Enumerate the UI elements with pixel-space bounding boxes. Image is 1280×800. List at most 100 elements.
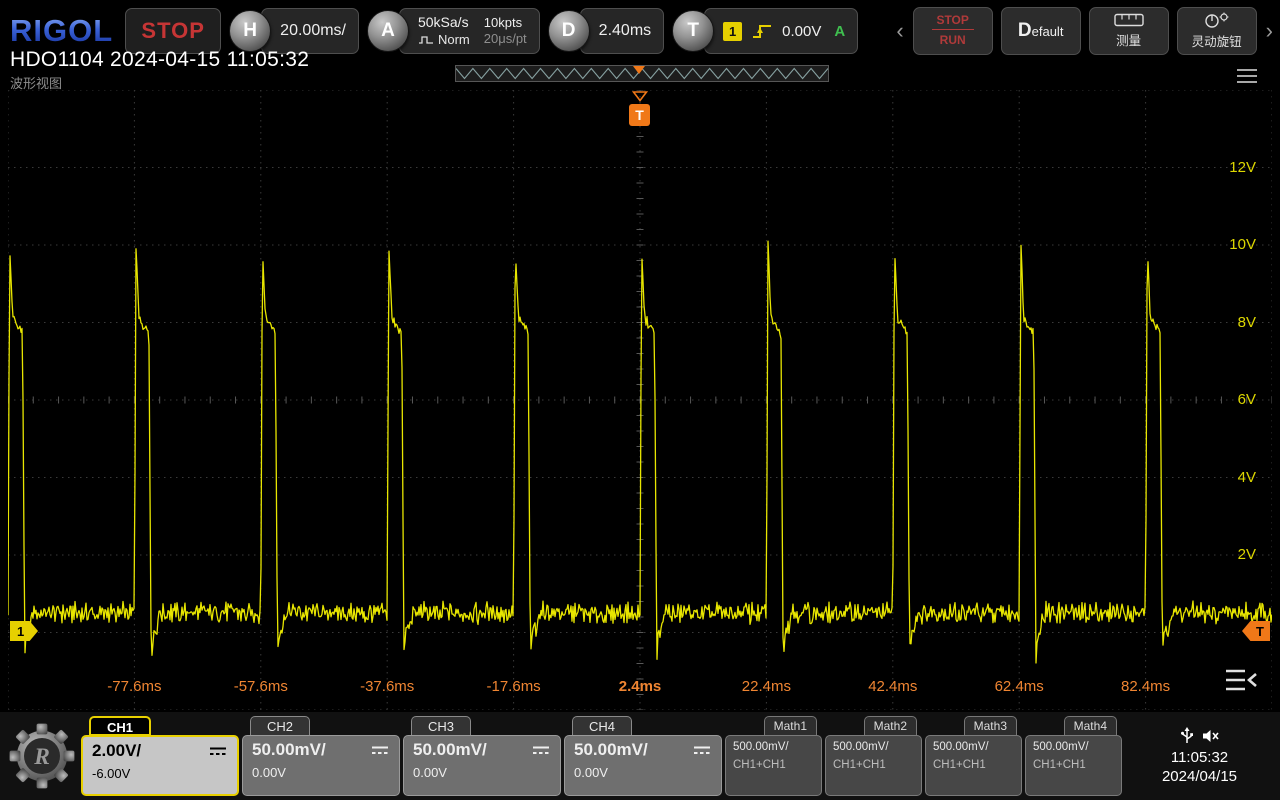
math-panel-4[interactable]: Math4 500.00mV/ CH1+CH1 bbox=[1025, 716, 1122, 796]
ch3-scale: 50.00mV/ bbox=[413, 739, 487, 761]
x-axis-label: -37.6ms bbox=[360, 678, 414, 695]
math3-expression: CH1+CH1 bbox=[933, 759, 1014, 771]
clock-date: 2024/04/15 bbox=[1162, 768, 1237, 785]
ch2-offset: 0.00V bbox=[252, 765, 390, 780]
measure-label: 测量 bbox=[1116, 30, 1141, 49]
x-axis-label: 82.4ms bbox=[1121, 678, 1170, 695]
y-axis-label: 4V bbox=[1238, 469, 1256, 486]
sample-rate: 50kSa/s bbox=[418, 15, 470, 30]
y-axis-label: 8V bbox=[1238, 314, 1256, 331]
trigger-position-marker[interactable]: T bbox=[629, 91, 650, 126]
trigger-knob[interactable]: T bbox=[672, 10, 714, 52]
x-axis-label: -17.6ms bbox=[487, 678, 541, 695]
stop-label: STOP bbox=[932, 14, 974, 30]
trigger-group: T 1 0.00V A bbox=[672, 8, 858, 54]
trigger-level: 0.00V bbox=[782, 23, 821, 40]
default-button[interactable]: Default bbox=[1001, 7, 1081, 55]
waveform-display-area[interactable]: 2V4V6V8V10V12V -77.6ms-57.6ms-37.6ms-17.… bbox=[8, 90, 1272, 710]
ch1-trace bbox=[8, 241, 1272, 663]
math3-scale: 500.00mV/ bbox=[933, 741, 1014, 753]
waveform-view-tab-label[interactable]: 波形视图 bbox=[10, 73, 62, 92]
time-per-point: 20μs/pt bbox=[484, 32, 527, 46]
ch3-offset: 0.00V bbox=[413, 765, 551, 780]
math1-tab[interactable]: Math1 bbox=[764, 716, 817, 736]
scroll-left-chevron[interactable]: ‹ bbox=[895, 20, 904, 42]
math2-expression: CH1+CH1 bbox=[833, 759, 914, 771]
channel-tab-ch4[interactable]: CH4 bbox=[572, 716, 632, 736]
channel-panel-ch4[interactable]: CH4 50.00mV/ 0.00V bbox=[564, 716, 722, 796]
math-panel-2[interactable]: Math2 500.00mV/ CH1+CH1 bbox=[825, 716, 922, 796]
quick-knob-label: 灵动旋钮 bbox=[1192, 31, 1242, 50]
math3-tab[interactable]: Math3 bbox=[964, 716, 1017, 736]
ch4-scale: 50.00mV/ bbox=[574, 739, 648, 761]
rigol-logo: RIGOL bbox=[6, 13, 117, 49]
x-axis-label: 42.4ms bbox=[868, 678, 917, 695]
channel-tab-ch2[interactable]: CH2 bbox=[250, 716, 310, 736]
ch1-offset: -6.00V bbox=[92, 766, 228, 781]
channel-panel-ch1[interactable]: CH1 2.00V/ -6.00V bbox=[81, 716, 239, 796]
x-axis-label: 62.4ms bbox=[995, 678, 1044, 695]
math1-expression: CH1+CH1 bbox=[733, 759, 814, 771]
y-axis-label: 10V bbox=[1229, 236, 1256, 253]
memory-depth: 10kpts bbox=[484, 16, 527, 30]
math4-expression: CH1+CH1 bbox=[1033, 759, 1114, 771]
clock-time: 11:05:32 bbox=[1171, 749, 1228, 766]
collapse-menu-icon[interactable] bbox=[1224, 667, 1258, 698]
ch4-offset: 0.00V bbox=[574, 765, 712, 780]
ch1-scale: 2.00V/ bbox=[92, 740, 141, 762]
y-axis-label: 6V bbox=[1238, 391, 1256, 408]
ruler-icon bbox=[1114, 13, 1144, 27]
dc-coupling-icon bbox=[370, 744, 390, 756]
model-and-datetime-title: HDO1104 2024-04-15 11:05:32 bbox=[10, 48, 309, 72]
dc-coupling-icon bbox=[531, 744, 551, 756]
math4-tab[interactable]: Math4 bbox=[1064, 716, 1117, 736]
channel-tab-ch1[interactable]: CH1 bbox=[89, 716, 151, 736]
rising-edge-icon bbox=[751, 22, 773, 40]
acquire-group: A 50kSa/s Norm 10kpts 20μs/pt bbox=[367, 8, 540, 54]
acquire-mode: Norm bbox=[438, 33, 470, 47]
trigger-flag-badge: T bbox=[629, 104, 650, 126]
run-label: RUN bbox=[932, 34, 974, 48]
clock-block: 11:05:32 2024/04/15 bbox=[1125, 716, 1274, 796]
channel-tab-ch3[interactable]: CH3 bbox=[411, 716, 471, 736]
math-panel-3[interactable]: Math3 500.00mV/ CH1+CH1 bbox=[925, 716, 1022, 796]
bottom-status-bar: R CH1 2.00V/ -6.00V CH2 50.00mV/ bbox=[0, 712, 1280, 800]
pulse-waveform-icon bbox=[418, 35, 434, 45]
rigol-gear-logo[interactable]: R bbox=[6, 720, 78, 792]
delay-value[interactable]: 2.40ms bbox=[580, 8, 664, 54]
menu-hamburger-icon[interactable] bbox=[1236, 68, 1258, 89]
trigger-panel[interactable]: 1 0.00V A bbox=[704, 8, 858, 54]
overview-trigger-marker[interactable] bbox=[633, 66, 645, 74]
graticule-and-trace bbox=[8, 90, 1272, 710]
x-axis-label: -57.6ms bbox=[234, 678, 288, 695]
usb-icon bbox=[1180, 727, 1194, 745]
stop-run-button[interactable]: STOP RUN bbox=[913, 7, 993, 55]
trigger-position-triangle-icon bbox=[632, 91, 648, 102]
acquire-knob[interactable]: A bbox=[367, 10, 409, 52]
svg-text:R: R bbox=[33, 744, 50, 770]
channel-panel-ch2[interactable]: CH2 50.00mV/ 0.00V bbox=[242, 716, 400, 796]
quick-knob-button[interactable]: 灵动旋钮 bbox=[1177, 7, 1257, 55]
default-label: Default bbox=[1018, 20, 1064, 42]
math1-scale: 500.00mV/ bbox=[733, 741, 814, 753]
trigger-sweep-mode: A bbox=[834, 23, 845, 40]
x-axis-label: 22.4ms bbox=[742, 678, 791, 695]
scroll-right-chevron[interactable]: › bbox=[1265, 20, 1274, 42]
channel-panel-ch3[interactable]: CH3 50.00mV/ 0.00V bbox=[403, 716, 561, 796]
measure-button[interactable]: 测量 bbox=[1089, 7, 1169, 55]
ch2-scale: 50.00mV/ bbox=[252, 739, 326, 761]
math-panel-1[interactable]: Math1 500.00mV/ CH1+CH1 bbox=[725, 716, 822, 796]
math2-scale: 500.00mV/ bbox=[833, 741, 914, 753]
math2-tab[interactable]: Math2 bbox=[864, 716, 917, 736]
trigger-source-badge: 1 bbox=[723, 22, 742, 41]
knob-icon bbox=[1203, 12, 1231, 28]
delay-group: D 2.40ms bbox=[548, 8, 664, 54]
acquisition-overview-strip[interactable] bbox=[455, 65, 829, 82]
y-axis-label: 12V bbox=[1229, 159, 1256, 176]
dc-coupling-icon bbox=[208, 745, 228, 757]
acquire-panel[interactable]: 50kSa/s Norm 10kpts 20μs/pt bbox=[399, 8, 540, 54]
horizontal-knob[interactable]: H bbox=[229, 10, 271, 52]
delay-knob[interactable]: D bbox=[548, 10, 590, 52]
speaker-muted-icon[interactable] bbox=[1202, 728, 1220, 744]
dc-coupling-icon bbox=[692, 744, 712, 756]
